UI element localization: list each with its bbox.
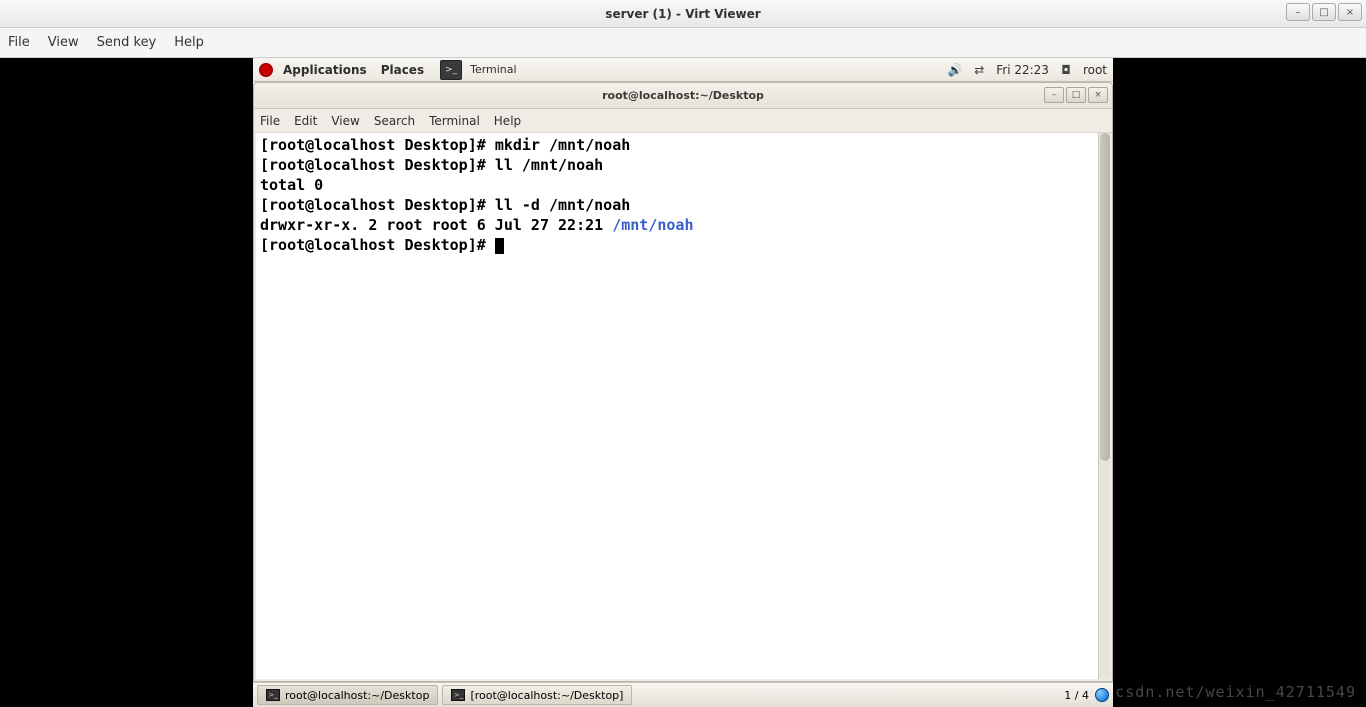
terminal-menu-help[interactable]: Help	[494, 114, 521, 128]
user-label[interactable]: root	[1083, 63, 1107, 77]
places-menu[interactable]: Places	[377, 63, 428, 77]
menu-help[interactable]: Help	[174, 35, 204, 50]
gnome-top-panel: Applications Places >_ Terminal 🔊 ⇄ Fri …	[253, 58, 1113, 82]
window-title: server (1) - Virt Viewer	[605, 7, 760, 21]
maximize-button[interactable]: □	[1312, 3, 1336, 21]
applications-menu[interactable]: Applications	[279, 63, 371, 77]
terminal-titlebar: root@localhost:~/Desktop – □ ×	[254, 83, 1112, 109]
clock[interactable]: Fri 22:23	[996, 63, 1049, 77]
terminal-window-controls: – □ ×	[1044, 87, 1108, 103]
terminal-menu-search[interactable]: Search	[374, 114, 415, 128]
taskbar-item-label: root@localhost:~/Desktop	[285, 689, 429, 702]
user-icon: ◘	[1059, 63, 1073, 77]
taskbar-right: 1 / 4	[1064, 688, 1109, 702]
terminal-menubar: File Edit View Search Terminal Help	[254, 109, 1112, 133]
watermark: csdn.net/weixin_42711549	[1115, 683, 1356, 701]
gnome-bottom-panel: >_ root@localhost:~/Desktop >_ [root@localh…	[253, 682, 1113, 707]
terminal-menu-edit[interactable]: Edit	[294, 114, 317, 128]
workspace-switcher-icon[interactable]	[1095, 688, 1109, 702]
network-icon[interactable]: ⇄	[972, 63, 986, 77]
minimize-button[interactable]: –	[1286, 3, 1310, 21]
guest-desktop: Applications Places >_ Terminal 🔊 ⇄ Fri …	[253, 58, 1113, 707]
terminal-menu-terminal[interactable]: Terminal	[429, 114, 480, 128]
terminal-close-button[interactable]: ×	[1088, 87, 1108, 103]
terminal-minimize-button[interactable]: –	[1044, 87, 1064, 103]
redhat-icon	[259, 63, 273, 77]
volume-icon[interactable]: 🔊	[948, 63, 962, 77]
panel-left: Applications Places >_ Terminal	[259, 60, 517, 80]
terminal-title: root@localhost:~/Desktop	[602, 89, 764, 102]
terminal-body[interactable]: [root@localhost Desktop]# mkdir /mnt/noa…	[256, 133, 1110, 679]
terminal-scrollbar[interactable]	[1098, 133, 1110, 679]
taskbar-item-label: [root@localhost:~/Desktop]	[470, 689, 623, 702]
terminal-icon: >_	[266, 689, 280, 701]
menu-view[interactable]: View	[48, 35, 79, 50]
terminal-window: root@localhost:~/Desktop – □ × File Edit…	[253, 82, 1113, 682]
terminal-icon: >_	[451, 689, 465, 701]
terminal-menu-file[interactable]: File	[260, 114, 280, 128]
vm-display-area: Applications Places >_ Terminal 🔊 ⇄ Fri …	[0, 58, 1366, 707]
menu-file[interactable]: File	[8, 35, 30, 50]
taskbar-item[interactable]: >_ [root@localhost:~/Desktop]	[442, 685, 632, 705]
close-button[interactable]: ×	[1338, 3, 1362, 21]
taskbar-item[interactable]: >_ root@localhost:~/Desktop	[257, 685, 438, 705]
panel-right: 🔊 ⇄ Fri 22:23 ◘ root	[948, 63, 1107, 77]
terminal-content[interactable]: [root@localhost Desktop]# mkdir /mnt/noa…	[256, 133, 1110, 257]
terminal-maximize-button[interactable]: □	[1066, 87, 1086, 103]
scrollbar-thumb[interactable]	[1100, 133, 1110, 461]
virt-viewer-titlebar: server (1) - Virt Viewer – □ ×	[0, 0, 1366, 28]
workspace-label: 1 / 4	[1064, 689, 1089, 702]
terminal-launcher-label[interactable]: Terminal	[470, 63, 517, 76]
virt-viewer-menubar: File View Send key Help	[0, 28, 1366, 58]
menu-sendkey[interactable]: Send key	[97, 35, 157, 50]
window-controls: – □ ×	[1286, 3, 1362, 21]
terminal-menu-view[interactable]: View	[331, 114, 359, 128]
terminal-launcher-icon[interactable]: >_	[440, 60, 462, 80]
